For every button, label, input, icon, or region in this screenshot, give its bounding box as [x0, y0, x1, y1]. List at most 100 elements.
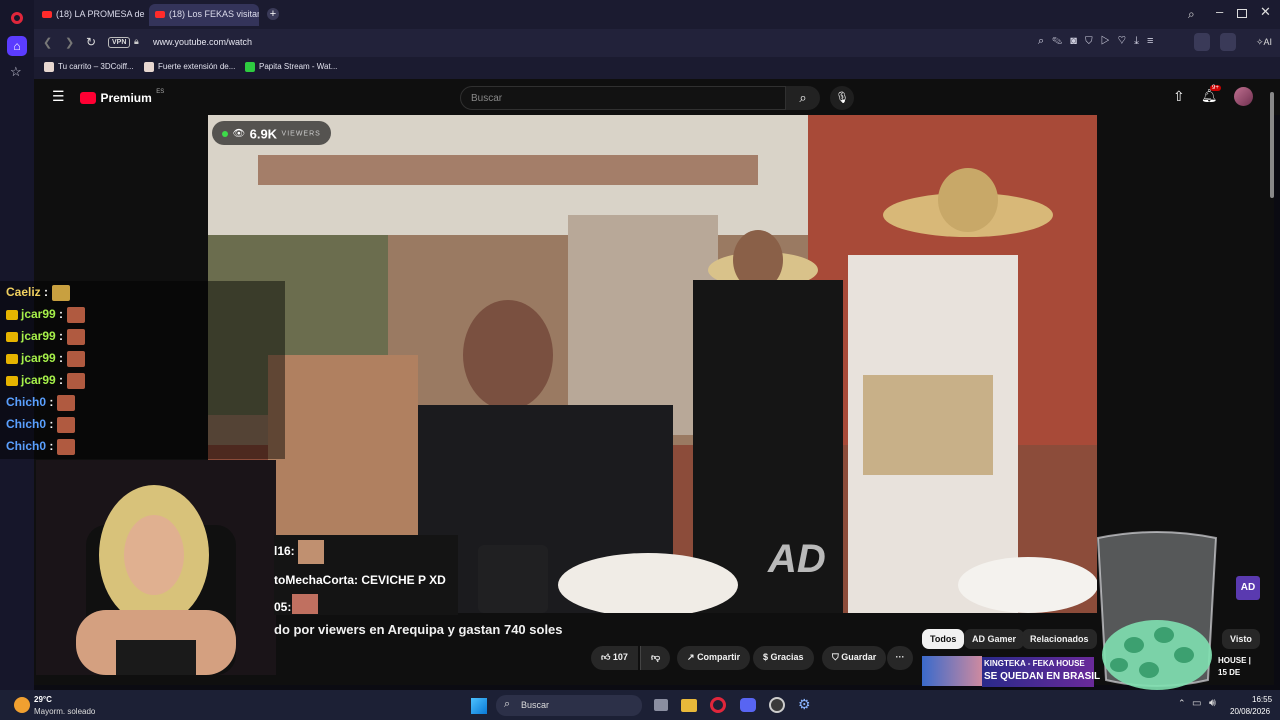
emote-icon [298, 540, 324, 564]
close-button[interactable]: ✕ [1260, 4, 1271, 20]
zoom-icon[interactable]: ⌕ [1038, 35, 1052, 47]
chat-message: jcar99 : [6, 370, 86, 390]
chat-username: Chich0 [6, 417, 47, 431]
search-tabs-icon[interactable]: ⌕ [1188, 7, 1195, 22]
discord-icon[interactable] [740, 698, 756, 712]
star-icon[interactable]: ☆ [10, 64, 22, 80]
opera-logo-icon[interactable] [11, 12, 23, 24]
shield-icon[interactable]: ⛉ [1085, 35, 1101, 47]
share-button[interactable]: ↗ Compartir [677, 646, 751, 670]
emote-icon [67, 350, 86, 367]
opera-taskbar-icon[interactable] [710, 697, 726, 713]
bookmark-favicon-icon [245, 62, 255, 72]
bookmarks-bar: Tu carrito – 3DCoiff... Fuerte extensión… [34, 57, 1280, 79]
recommendation-title-banner[interactable]: KINGTEKA - FEKA HOUSE SE QUEDAN EN BRASI… [982, 657, 1100, 687]
search-button[interactable]: ⌕ [786, 86, 820, 110]
youtube-play-icon [80, 91, 96, 104]
search-input[interactable]: Buscar [460, 86, 786, 110]
save-button[interactable]: ⛉ Guardar [822, 646, 887, 670]
profile-icon[interactable] [1194, 33, 1210, 51]
youtube-icon [42, 11, 52, 19]
premium-label: Premium [100, 90, 152, 105]
chat-separator: : [59, 351, 64, 365]
volume-icon[interactable]: 🔊︎ [1209, 697, 1216, 710]
play-icon[interactable]: ▷ [1101, 35, 1118, 47]
menu-icon[interactable]: ≡ [1147, 35, 1161, 47]
chat-message: jcar99 : [6, 348, 86, 368]
emote-icon [57, 438, 76, 455]
youtube-logo[interactable]: Premium ES [80, 89, 164, 107]
download-icon[interactable]: ⤓ [1134, 35, 1147, 47]
tab-promesa[interactable]: (18) LA PROMESA de King [36, 4, 146, 26]
glass-icon [1096, 531, 1218, 690]
recommendation-thumbnail[interactable] [922, 656, 982, 686]
like-button[interactable]: 👍︎ 107 [591, 646, 638, 670]
bookmark-papita[interactable]: Papita Stream - Wat... [245, 62, 337, 72]
recommendation-side-line1: HOUSE | [1218, 656, 1251, 665]
thumbs-up-icon: 👍︎ [601, 652, 611, 662]
file-explorer-icon[interactable] [681, 699, 697, 712]
crown-badge-icon [6, 375, 18, 386]
dislike-button[interactable]: 👎︎ [640, 646, 671, 670]
eye-icon: 👁︎ [232, 128, 246, 140]
tab-label: (18) LA PROMESA de King [56, 9, 146, 19]
stream-chat-box: l16: toMechaCorta: CEVICHE P XD 05: [274, 535, 458, 615]
reload-icon[interactable]: ↻ [86, 35, 96, 49]
share-icon: ↗ [687, 652, 695, 662]
settings-icon[interactable]: ⚙ [798, 696, 811, 713]
taskview-icon[interactable] [654, 699, 668, 711]
tab-fekas[interactable]: (18) Los FEKAS visitan [149, 4, 259, 26]
chat-username: Chich0 [6, 439, 47, 453]
weather-desc: Mayorm. soleado [34, 707, 96, 716]
edit-icon[interactable]: ✎ [1052, 35, 1070, 47]
bookmark-icon: ⛉ [832, 652, 839, 662]
recommendation-side-line2: 15 DE [1218, 668, 1241, 677]
chat-username: jcar99 [21, 351, 56, 365]
upload-icon[interactable]: ⇧ [1173, 88, 1185, 105]
webcam-overlay [36, 460, 276, 675]
mic-icon[interactable]: 🎙︎ [830, 86, 854, 110]
bookmark-favicon-icon [44, 62, 54, 72]
clock-time: 16:55 [1252, 695, 1273, 704]
chat-username: jcar99 [21, 307, 56, 321]
youtube-header: ☰ Premium ES Buscar ⌕ 🎙︎ ⇧ 🔔︎ 9+ [34, 79, 1280, 115]
back-icon[interactable]: ❮ [43, 36, 52, 49]
page-scrollbar[interactable] [1270, 92, 1274, 198]
bookmark-3dcoiff[interactable]: Tu carrito – 3DCoiff... [44, 62, 134, 72]
chip-ad-gamer[interactable]: AD Gamer [964, 629, 1025, 649]
video-title: do por viewers en Arequipa y gastan 740 … [274, 622, 563, 637]
search-icon: ⌕ [504, 698, 511, 710]
chip-visto[interactable]: Visto [1222, 629, 1260, 649]
chip-relacionados[interactable]: Relacionados [1022, 629, 1097, 649]
heart-icon[interactable]: ♡ [1118, 35, 1134, 47]
extension-icon[interactable] [1220, 33, 1236, 51]
chat-message: Caeliz : [6, 282, 71, 302]
vpn-badge[interactable]: VPN [108, 37, 131, 48]
taskbar-search[interactable]: ⌕ Buscar [496, 695, 642, 716]
hamburger-icon[interactable]: ☰ [52, 88, 65, 105]
overlay-chat: Caeliz : jcar99 : jcar99 : jcar99 : jcar… [0, 281, 285, 459]
tab-bar: (18) LA PROMESA de King (18) Los FEKAS v… [34, 0, 1280, 29]
network-icon[interactable]: ▭ [1192, 698, 1201, 709]
home-icon[interactable]: ⌂ [7, 36, 27, 56]
new-tab-button[interactable]: + [267, 8, 279, 20]
thanks-button[interactable]: $ Gracias [753, 646, 814, 670]
avatar[interactable] [1234, 87, 1253, 106]
windows-start-icon[interactable] [471, 698, 487, 714]
minimize-button[interactable]: – [1216, 4, 1223, 19]
camera-icon[interactable]: ◙ [1070, 35, 1085, 47]
ai-button[interactable]: ✧AI [1256, 37, 1272, 48]
url-field[interactable]: www.youtube.com/watch [153, 37, 252, 47]
emote-icon [52, 284, 71, 301]
maximize-button[interactable] [1237, 9, 1247, 18]
youtube-icon [155, 11, 165, 19]
chat-message: Chich0 : [6, 392, 76, 412]
bookmark-extension[interactable]: Fuerte extensión de... [144, 62, 235, 72]
chat-message: jcar99 : [6, 326, 86, 346]
chip-todos[interactable]: Todos [922, 629, 965, 649]
forward-icon[interactable]: ❯ [65, 36, 74, 49]
ad-channel-logo[interactable]: AD [1236, 576, 1260, 600]
tray-chevron-icon[interactable]: ⌃ [1178, 698, 1186, 709]
more-actions-button[interactable]: ··· [887, 646, 913, 670]
obs-icon[interactable] [769, 697, 785, 713]
